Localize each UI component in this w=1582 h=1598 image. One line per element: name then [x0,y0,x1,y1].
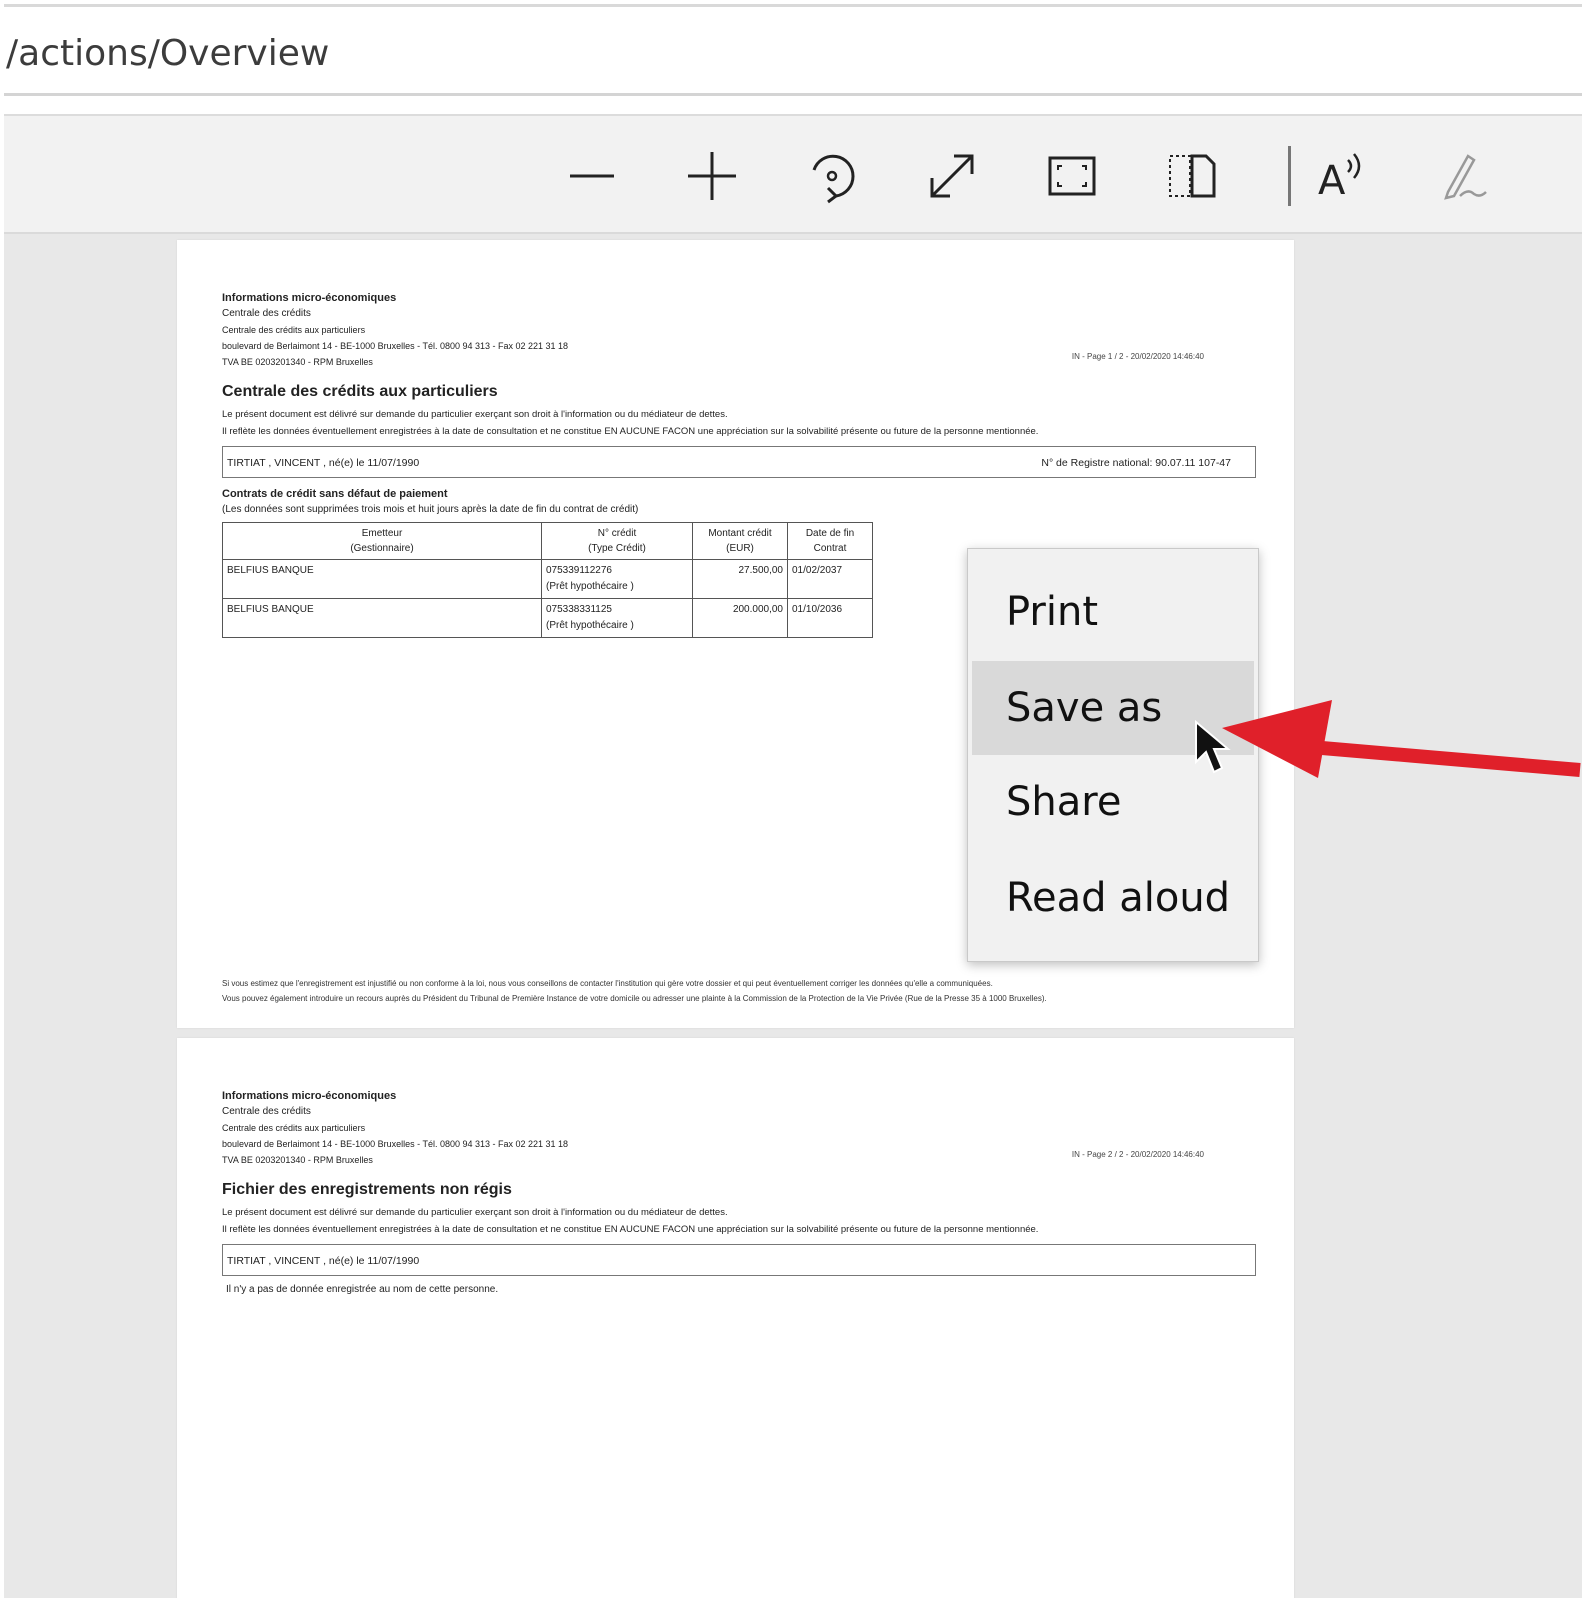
amount-cell: 200.000,00 [692,598,788,638]
intro-line: Le présent document est délivré sur dema… [222,409,728,420]
address-text: /actions/Overview [6,33,330,74]
credits-table: Emetteur (Gestionnaire) N° crédit (Type Cr… [222,522,873,638]
intro-line: Il reflète les données éventuellement en… [222,426,1039,437]
zoom-in-button[interactable] [680,144,744,208]
draw-button[interactable] [1430,144,1494,208]
pdf-viewer[interactable]: Informations micro-économiques Centrale … [4,234,1582,1598]
page-view-button[interactable] [1160,144,1224,208]
footer-line: Si vous estimez que l'enregistrement est… [222,979,993,988]
footer-note: Si vous estimez que l'enregistrement est… [222,976,1256,1006]
org-small: Centrale des crédits aux particuliers [222,1123,366,1133]
intro-line: Le présent document est délivré sur dema… [222,1207,728,1218]
zoom-out-icon [570,174,614,178]
pdf-page-2: Informations micro-économiques Centrale … [177,1038,1294,1598]
credit-cell: 075338331125 (Prêt hypothécaire ) [541,598,693,638]
read-aloud-button[interactable]: A [1310,144,1374,208]
issuer-cell: BELFIUS BANQUE [222,559,542,599]
fit-to-width-icon [930,154,974,198]
table-header: Emetteur (Gestionnaire) [222,522,542,560]
section-title: Centrale des crédits aux particuliers [222,383,498,400]
contracts-title: Contrats de crédit sans défaut de paieme… [222,488,448,500]
issuer-cell: BELFIUS BANQUE [222,598,542,638]
rotate-button[interactable] [800,144,864,208]
org-subtitle: Centrale des crédits [222,308,311,319]
end-date-cell: 01/02/2037 [787,559,873,599]
person-box: TIRTIAT , VINCENT , né(e) le 11/07/1990 … [222,446,1256,478]
pdf-toolbar: A [4,116,1582,234]
amount-cell: 27.500,00 [692,559,788,599]
table-header: Montant crédit (EUR) [692,522,788,560]
svg-text:A: A [1318,158,1346,204]
menu-item-read-aloud[interactable]: Read aloud [972,851,1254,945]
contracts-note: (Les données sont supprimées trois mois … [222,504,639,515]
footer-line: Vous pouvez également introduire un reco… [222,994,1047,1003]
full-screen-button[interactable] [1040,144,1104,208]
table-header: N° crédit (Type Crédit) [541,522,693,560]
page-view-icon [1169,154,1216,198]
person-box: TIRTIAT , VINCENT , né(e) le 11/07/1990 [222,1244,1256,1276]
rotate-icon [812,154,855,204]
page-reference: IN - Page 1 / 2 - 20/02/2020 14:46:40 [1071,352,1204,361]
fit-to-width-button[interactable] [920,144,984,208]
page-reference: IN - Page 2 / 2 - 20/02/2020 14:46:40 [1071,1150,1204,1159]
table-header-row: Emetteur (Gestionnaire) N° crédit (Type Cr… [222,522,873,560]
menu-item-print[interactable]: Print [972,565,1254,659]
end-date-cell: 01/10/2036 [787,598,873,638]
toolbar-separator [1288,146,1291,206]
section-title: Fichier des enregistrements non régis [222,1181,512,1198]
toolbar-divider [4,96,1582,116]
zoom-in-icon [688,152,736,200]
table-header: Date de fin Contrat [787,522,873,560]
draw-icon [1444,154,1487,200]
annotation-arrow-icon [1222,700,1581,778]
table-row: BELFIUS BANQUE 075339112276 (Prêt hypothé… [222,559,873,599]
no-data-note: Il n'y a pas de donnée enregistrée au no… [226,1284,499,1295]
full-screen-icon [1048,156,1096,196]
org-small: Centrale des crédits aux particuliers [222,325,366,335]
address-bar[interactable]: /actions/Overview [4,4,1582,96]
person-name: TIRTIAT , VINCENT , né(e) le 11/07/1990 [227,1255,420,1267]
intro-line: Il reflète les données éventuellement en… [222,1224,1039,1235]
org-title: Informations micro-économiques [222,1090,397,1102]
table-row: BELFIUS BANQUE 075338331125 (Prêt hypothé… [222,598,873,638]
credit-cell: 075339112276 (Prêt hypothécaire ) [541,559,693,599]
org-subtitle: Centrale des crédits [222,1106,311,1117]
person-name: TIRTIAT , VINCENT , né(e) le 11/07/1990 [227,457,420,469]
org-title: Informations micro-économiques [222,292,397,304]
zoom-out-button[interactable] [560,144,624,208]
register-number: N° de Registre national: 90.07.11 107-47 [1041,457,1231,469]
page-header: Informations micro-économiques Centrale … [222,1088,1256,1298]
read-aloud-icon: A [1318,153,1361,204]
